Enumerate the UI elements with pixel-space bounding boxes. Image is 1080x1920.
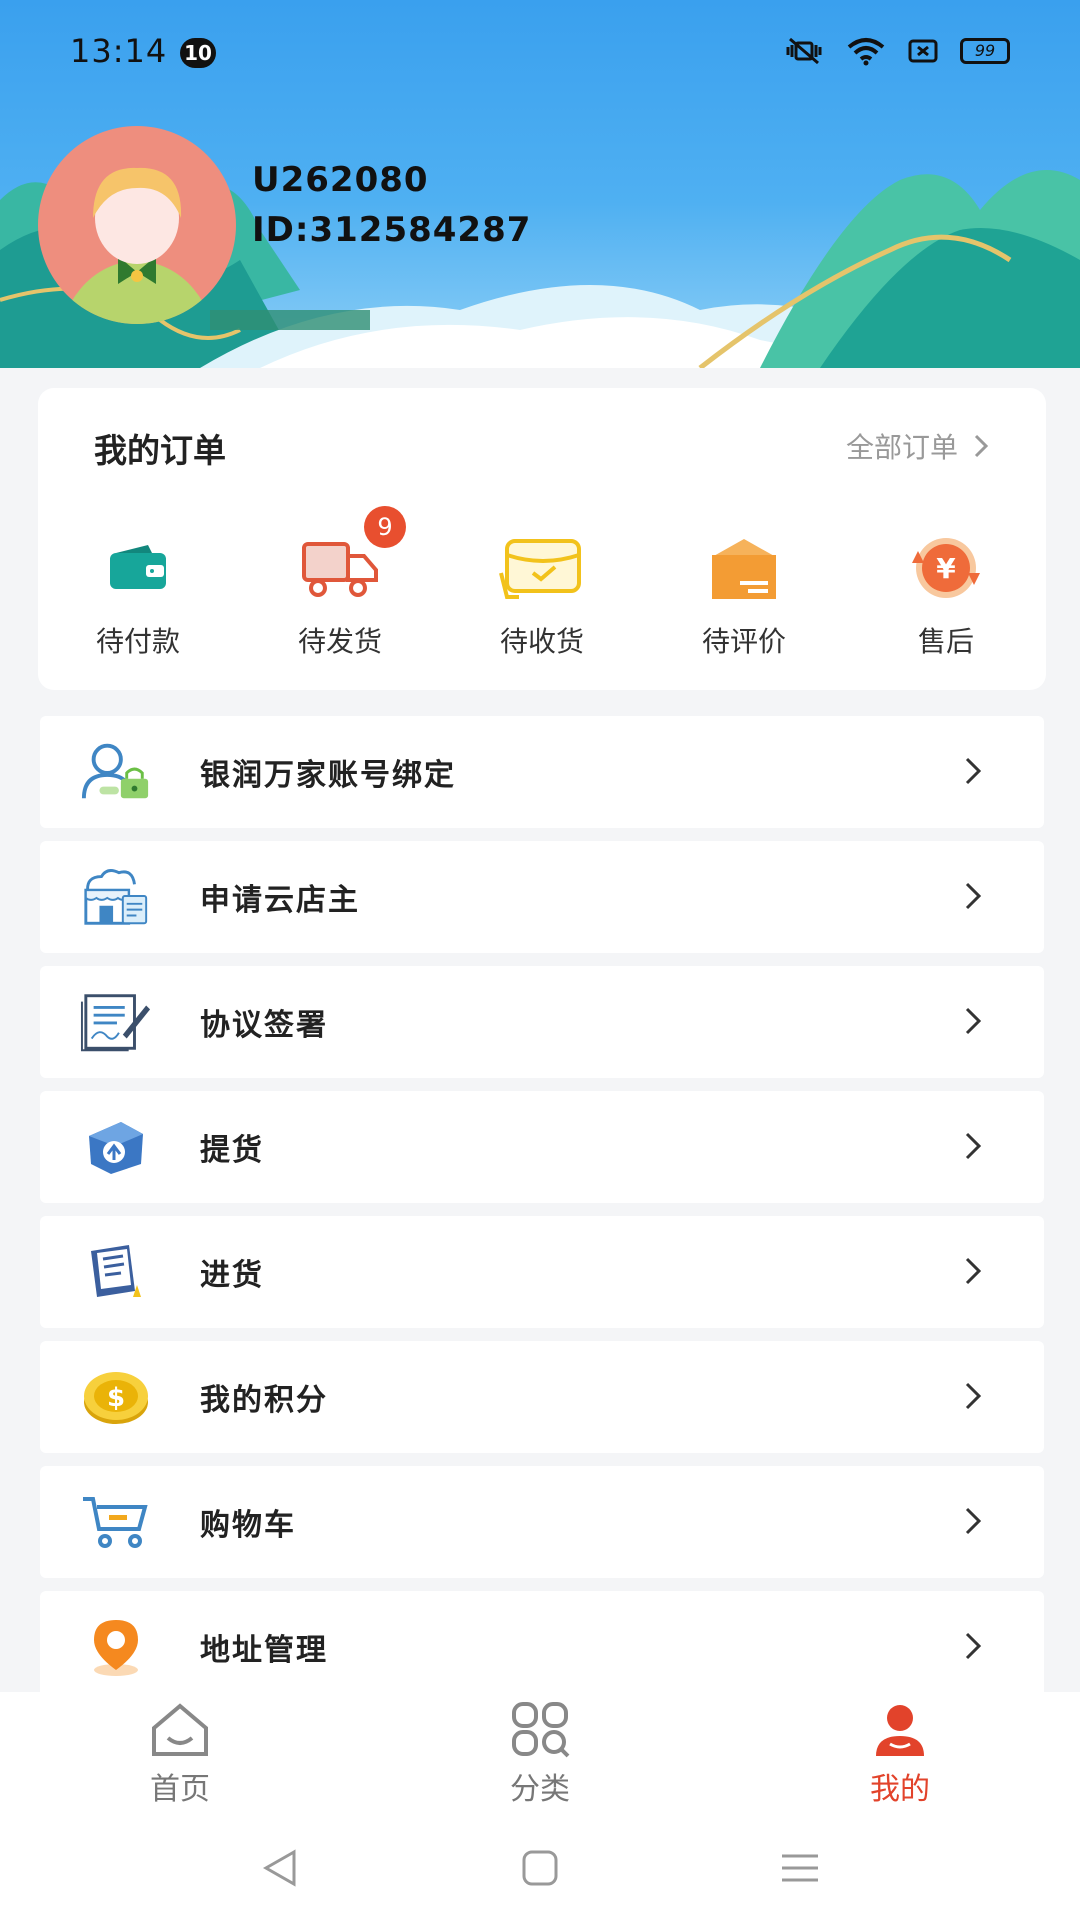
chevron-right-icon xyxy=(965,1382,982,1410)
user-id: ID:312584287 xyxy=(252,210,532,250)
tab-home[interactable]: 首页 xyxy=(0,1692,360,1812)
menu-item-pickup[interactable]: 提货 xyxy=(40,1091,1044,1203)
username: U262080 xyxy=(252,160,429,200)
order-pending-payment-label: 待付款 xyxy=(95,625,180,658)
menu-item-shopping-cart[interactable]: 购物车 xyxy=(40,1466,1044,1578)
all-orders-link[interactable]: 全部订单 xyxy=(846,426,990,466)
menu-label-shopping-cart: 购物车 xyxy=(200,1508,296,1543)
tab-mine[interactable]: 我的 xyxy=(720,1692,1080,1812)
wallet-icon xyxy=(93,528,183,608)
recent-apps-icon[interactable] xyxy=(778,1848,822,1888)
cloud-shop-icon xyxy=(80,863,152,931)
settings-menu: 银润万家账号绑定 申请云店主 协议签署 提货 进货 $ 我的积分 购物车 地址管… xyxy=(40,716,1044,1716)
tab-category[interactable]: 分类 xyxy=(360,1692,720,1812)
order-pending-receipt-label: 待收货 xyxy=(499,625,584,658)
home-icon xyxy=(147,1700,213,1760)
contract-sign-icon xyxy=(80,988,152,1056)
order-status-row: 待付款 9 待发货 待收货 待评价 ¥ 售后 xyxy=(38,506,1046,668)
menu-label-address-management: 地址管理 xyxy=(200,1633,328,1668)
menu-label-my-points: 我的积分 xyxy=(200,1383,328,1418)
sim-icon xyxy=(908,36,938,66)
wifi-icon xyxy=(846,36,886,66)
home-button-icon[interactable] xyxy=(520,1848,560,1888)
profile-icon xyxy=(867,1700,933,1760)
orders-title: 我的订单 xyxy=(94,431,226,470)
menu-label-account-binding: 银润万家账号绑定 xyxy=(200,758,456,793)
chevron-right-icon xyxy=(965,1632,982,1660)
chevron-right-icon xyxy=(965,1507,982,1535)
back-icon[interactable] xyxy=(258,1848,302,1888)
order-pending-review[interactable]: 待评价 xyxy=(684,528,804,668)
tab-mine-label: 我的 xyxy=(870,1772,930,1807)
menu-item-apply-cloud-shop[interactable]: 申请云店主 xyxy=(40,841,1044,953)
location-pin-icon xyxy=(80,1613,152,1681)
avatar[interactable] xyxy=(38,126,236,324)
tab-category-label: 分类 xyxy=(510,1772,570,1807)
user-lock-icon xyxy=(80,738,152,806)
profile-header: 13:14 10 99 U262080 ID:312584287 xyxy=(0,0,1080,368)
order-pending-payment[interactable]: 待付款 xyxy=(78,528,198,668)
menu-item-account-binding[interactable]: 银润万家账号绑定 xyxy=(40,716,1044,828)
svg-text:¥: ¥ xyxy=(936,552,956,585)
chevron-right-icon xyxy=(974,434,989,458)
chevron-right-icon xyxy=(965,1132,982,1160)
cart-icon xyxy=(80,1488,152,1556)
review-box-icon xyxy=(699,528,789,608)
menu-label-agreement-signing: 协议签署 xyxy=(200,1008,328,1043)
chevron-right-icon xyxy=(965,1257,982,1285)
menu-label-pickup: 提货 xyxy=(200,1133,264,1168)
status-bar: 13:14 10 99 xyxy=(0,0,1080,110)
order-pending-receipt[interactable]: 待收货 xyxy=(482,528,602,668)
tab-home-label: 首页 xyxy=(150,1772,210,1807)
order-pending-shipment[interactable]: 9 待发货 xyxy=(280,506,406,668)
menu-item-my-points[interactable]: $ 我的积分 xyxy=(40,1341,1044,1453)
after-sales-icon: ¥ xyxy=(901,528,991,608)
all-orders-label: 全部订单 xyxy=(845,431,958,464)
menu-label-apply-cloud-shop: 申请云店主 xyxy=(200,883,360,918)
menu-item-restock[interactable]: 进货 xyxy=(40,1216,1044,1328)
pickup-box-icon xyxy=(80,1113,152,1181)
order-pending-review-label: 待评价 xyxy=(701,625,786,658)
notification-count-badge: 10 xyxy=(180,38,216,68)
order-after-sales-label: 售后 xyxy=(917,625,974,658)
battery-level: 99 xyxy=(960,38,1010,64)
chevron-right-icon xyxy=(965,757,982,785)
order-after-sales[interactable]: ¥ 售后 xyxy=(886,528,1006,668)
category-icon xyxy=(507,1700,573,1760)
battery-icon: 99 xyxy=(960,36,1010,66)
coin-icon: $ xyxy=(80,1363,152,1431)
purchase-notes-icon xyxy=(80,1238,152,1306)
pending-shipment-count-badge: 9 xyxy=(364,506,406,548)
svg-text:$: $ xyxy=(107,1383,125,1413)
chevron-right-icon xyxy=(965,1007,982,1035)
system-navigation-bar xyxy=(0,1812,1080,1920)
mute-vibrate-icon xyxy=(784,36,824,66)
status-time: 13:14 xyxy=(70,32,168,70)
menu-item-address-management[interactable]: 地址管理 xyxy=(40,1591,1044,1703)
menu-label-restock: 进货 xyxy=(200,1258,264,1293)
chevron-right-icon xyxy=(965,882,982,910)
status-icons: 99 xyxy=(784,36,1010,66)
menu-item-agreement-signing[interactable]: 协议签署 xyxy=(40,966,1044,1078)
receive-box-icon xyxy=(497,528,587,608)
my-orders-card: 我的订单 全部订单 待付款 9 待发货 待收货 待评价 ¥ 售后 xyxy=(38,388,1046,690)
order-pending-shipment-label: 待发货 xyxy=(297,625,382,658)
bottom-tab-bar: 首页 分类 我的 xyxy=(0,1692,1080,1812)
